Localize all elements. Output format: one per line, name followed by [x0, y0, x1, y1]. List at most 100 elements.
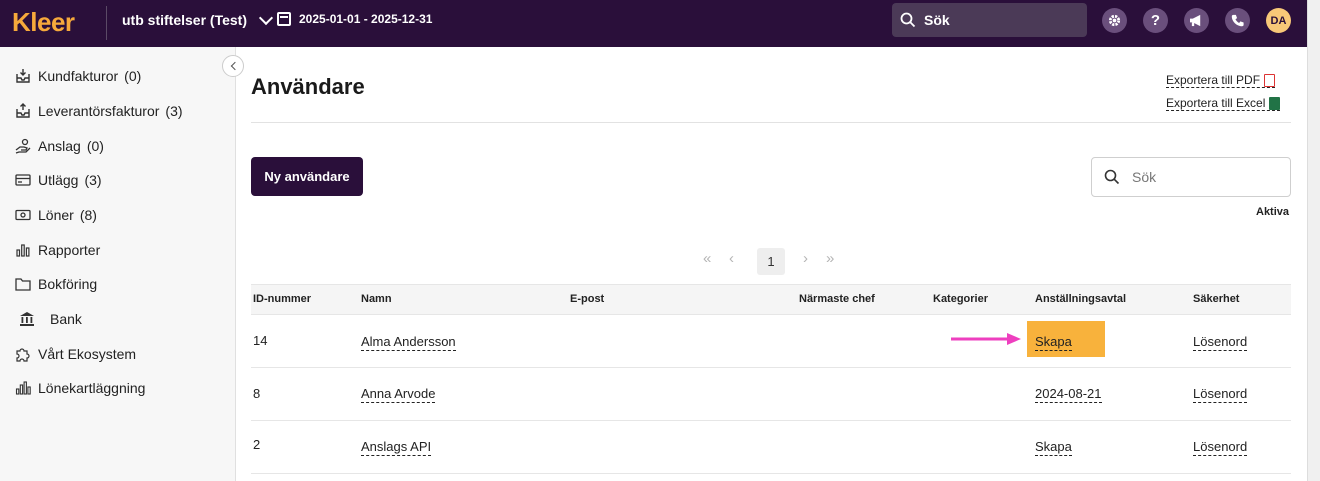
hand-coin-icon	[14, 138, 32, 154]
sidebar-item-bank[interactable]: Bank	[18, 309, 82, 329]
column-header-id[interactable]: ID-nummer	[253, 293, 311, 305]
excel-icon	[1269, 96, 1281, 110]
sidebar-item-label: Utlägg	[38, 172, 79, 188]
search-icon	[900, 12, 916, 28]
top-bar: Kleer utb stiftelser (Test) 2025-01-01 -…	[0, 0, 1307, 47]
phone-button[interactable]	[1225, 8, 1250, 33]
cell-name-link[interactable]: Anna Arvode	[361, 386, 436, 403]
kleer-logo[interactable]: Kleer	[12, 6, 75, 37]
company-name: utb stiftelser (Test)	[122, 12, 247, 28]
help-button[interactable]: ?	[1143, 8, 1168, 33]
user-search-field[interactable]	[1091, 157, 1291, 197]
sidebar-item-vart-ekosystem[interactable]: Vårt Ekosystem	[14, 344, 136, 364]
cell-contract-link[interactable]: Skapa	[1035, 334, 1072, 351]
calendar-icon	[277, 12, 291, 26]
table-row[interactable]: 2 Anslags API Skapa Lösenord	[251, 421, 1291, 474]
pdf-icon	[1264, 73, 1276, 87]
sidebar-item-label: Löner	[38, 207, 74, 223]
folder-icon	[14, 276, 32, 292]
last-page-icon[interactable]: »	[826, 250, 834, 267]
settings-button[interactable]	[1102, 8, 1127, 33]
chevron-left-icon	[230, 61, 239, 71]
sidebar-item-count: (3)	[84, 172, 102, 188]
column-header-email[interactable]: E-post	[570, 293, 604, 305]
export-excel-label: Exportera till Excel	[1166, 96, 1266, 110]
table-row[interactable]: 14 Alma Andersson Skapa Lösenord	[251, 315, 1291, 368]
phone-icon	[1231, 14, 1244, 27]
period-text: 2025-01-01 - 2025-12-31	[299, 12, 433, 26]
cell-contract-link[interactable]: 2024-08-21	[1035, 386, 1102, 403]
column-header-contract[interactable]: Anställningsavtal	[1035, 293, 1126, 305]
bank-icon	[18, 311, 36, 327]
export-pdf-label: Exportera till PDF	[1166, 73, 1261, 87]
sidebar-item-utlagg[interactable]: Utlägg (3)	[14, 170, 102, 190]
sidebar-item-label: Vårt Ekosystem	[38, 346, 137, 362]
sidebar-item-label: Lönekartläggning	[38, 380, 146, 396]
next-page-icon[interactable]: ›	[803, 250, 808, 267]
question-icon: ?	[1150, 12, 1161, 29]
new-user-button[interactable]: Ny användare	[251, 157, 363, 196]
sidebar-item-label: Bokföring	[38, 276, 98, 292]
bar-chart-icon	[14, 242, 32, 258]
sidebar-item-kundfakturor[interactable]: Kundfakturor (0)	[14, 66, 141, 86]
sidebar-item-count: (0)	[86, 138, 104, 154]
cell-security-link[interactable]: Lösenord	[1193, 439, 1248, 456]
avatar-initials: DA	[1270, 14, 1287, 27]
header-divider	[251, 122, 1291, 123]
chevron-down-icon	[258, 10, 274, 25]
chart-icon	[14, 380, 32, 396]
column-header-categories[interactable]: Kategorier	[933, 293, 988, 305]
status-filter[interactable]: Aktiva	[1256, 206, 1289, 218]
megaphone-icon	[1190, 14, 1201, 27]
cell-contract-link[interactable]: Skapa	[1035, 439, 1072, 456]
money-icon	[14, 207, 32, 223]
sidebar-item-label: Rapporter	[38, 242, 101, 258]
sidebar-item-anslag[interactable]: Anslag (0)	[14, 136, 104, 156]
sidebar-item-label: Bank	[50, 311, 82, 327]
cell-name-link[interactable]: Anslags API	[361, 439, 432, 456]
company-selector[interactable]: utb stiftelser (Test)	[122, 10, 274, 28]
global-search-label: Sök	[924, 12, 950, 28]
cell-id: 14	[253, 333, 268, 348]
collapse-sidebar-button[interactable]	[222, 55, 244, 77]
divider	[106, 6, 107, 40]
user-avatar[interactable]: DA	[1266, 8, 1291, 33]
previous-page-icon[interactable]: ‹	[729, 250, 734, 267]
logo-text: Kleer	[12, 6, 75, 37]
export-excel-link[interactable]: Exportera till Excel	[1166, 96, 1281, 111]
sidebar-item-leverantorsfakturor[interactable]: Leverantörsfakturor (3)	[14, 101, 183, 121]
page-scrollbar[interactable]	[1307, 0, 1320, 481]
announcements-button[interactable]	[1184, 8, 1209, 33]
arrow-annotation-icon	[951, 333, 1021, 345]
cell-name-link[interactable]: Alma Andersson	[361, 334, 456, 351]
sidebar-item-loner[interactable]: Löner (8)	[14, 205, 97, 225]
search-icon	[1104, 169, 1120, 185]
user-search-input[interactable]	[1132, 169, 1272, 185]
column-header-manager[interactable]: Närmaste chef	[799, 293, 875, 305]
export-pdf-link[interactable]: Exportera till PDF	[1166, 73, 1276, 88]
sidebar-item-bokforing[interactable]: Bokföring	[14, 274, 97, 294]
cell-security-link[interactable]: Lösenord	[1193, 334, 1248, 351]
inbox-in-icon	[14, 68, 32, 84]
column-header-name[interactable]: Namn	[361, 293, 392, 305]
sidebar-item-count: (3)	[165, 103, 183, 119]
sidebar-item-rapporter[interactable]: Rapporter	[14, 240, 100, 260]
sidebar-item-count: (0)	[124, 68, 142, 84]
puzzle-icon	[14, 346, 32, 362]
cell-id: 8	[253, 386, 261, 401]
sidebar-item-count: (8)	[79, 207, 97, 223]
cell-security-link[interactable]: Lösenord	[1193, 386, 1248, 403]
sidebar-item-label: Anslag	[38, 138, 81, 154]
first-page-icon[interactable]: «	[703, 250, 711, 267]
sidebar-item-lonekartlaggning[interactable]: Lönekartläggning	[14, 378, 145, 398]
column-header-security[interactable]: Säkerhet	[1193, 293, 1239, 305]
period-selector[interactable]: 2025-01-01 - 2025-12-31	[277, 12, 432, 26]
global-search[interactable]: Sök	[892, 3, 1087, 37]
table-row[interactable]: 8 Anna Arvode 2024-08-21 Lösenord	[251, 368, 1291, 421]
sidebar-item-label: Kundfakturor	[38, 68, 119, 84]
page-title: Användare	[251, 74, 365, 99]
inbox-out-icon	[14, 103, 32, 119]
card-icon	[14, 172, 32, 188]
page-number-current[interactable]: 1	[757, 248, 785, 275]
sidebar-item-label: Leverantörsfakturor	[38, 103, 160, 119]
